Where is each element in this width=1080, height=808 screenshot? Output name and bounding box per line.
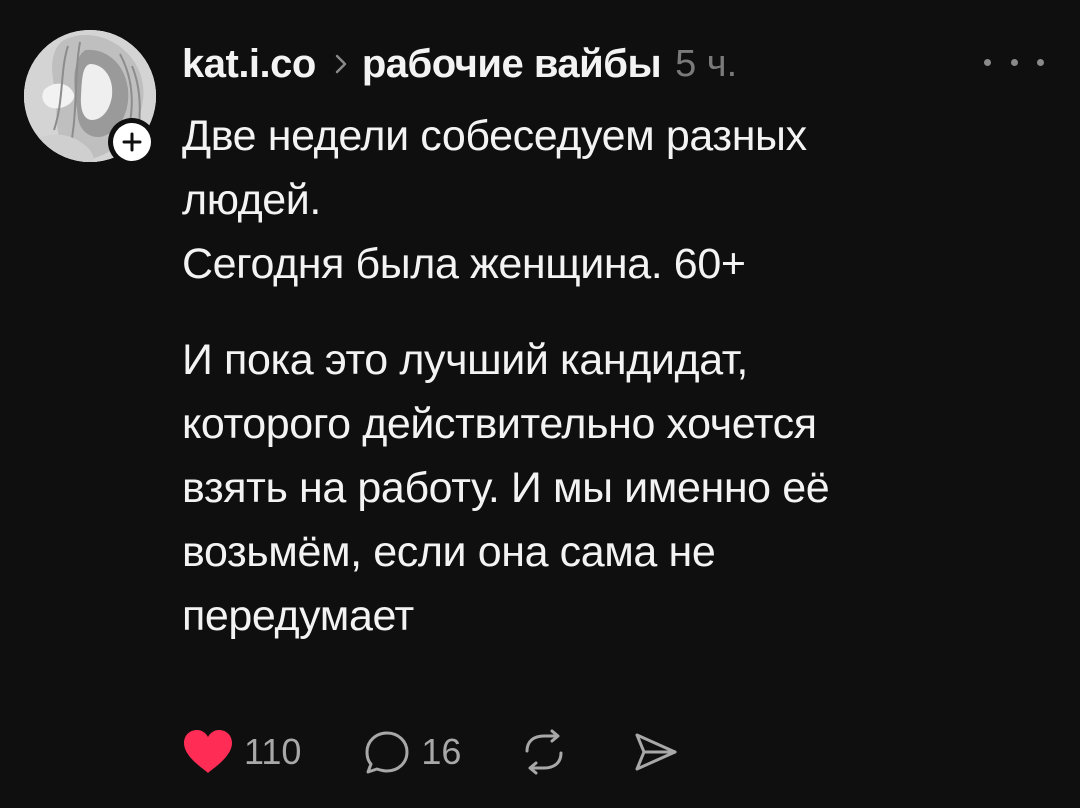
reply-button[interactable]: 16: [363, 729, 461, 775]
more-dot: [984, 58, 991, 66]
follow-button[interactable]: [108, 118, 156, 166]
community-name[interactable]: рабочие вайбы: [362, 42, 662, 87]
like-count: 110: [244, 731, 302, 772]
heart-icon: [184, 730, 232, 773]
repost-icon: [525, 729, 563, 775]
plus-icon: [122, 132, 142, 152]
comment-bubble-icon: [365, 731, 409, 774]
more-dot: [1037, 58, 1044, 66]
post-body: Две недели собеседуем разных людей. Сего…: [182, 104, 1042, 648]
chevron-right-icon: [334, 53, 348, 75]
post-paragraph: И пока это лучший кандидат, которого дей…: [182, 336, 830, 640]
action-bar: 110 16: [182, 722, 679, 782]
more-dot: [1010, 58, 1018, 66]
more-button[interactable]: [984, 52, 1044, 72]
send-icon: [635, 733, 677, 771]
post-time: 5 ч.: [675, 42, 738, 85]
post-paragraph: Две недели собеседуем разных людей. Сего…: [182, 112, 807, 288]
thread-post: kat.i.co рабочие вайбы 5 ч. Две недели с…: [0, 0, 1080, 808]
post-header: kat.i.co рабочие вайбы 5 ч.: [182, 36, 737, 92]
follow-badge: [113, 123, 151, 161]
reply-count: 16: [421, 731, 462, 772]
like-button[interactable]: 110: [182, 729, 301, 775]
repost-button[interactable]: [519, 729, 569, 775]
author-name[interactable]: kat.i.co: [182, 42, 316, 87]
share-button[interactable]: [631, 729, 679, 775]
